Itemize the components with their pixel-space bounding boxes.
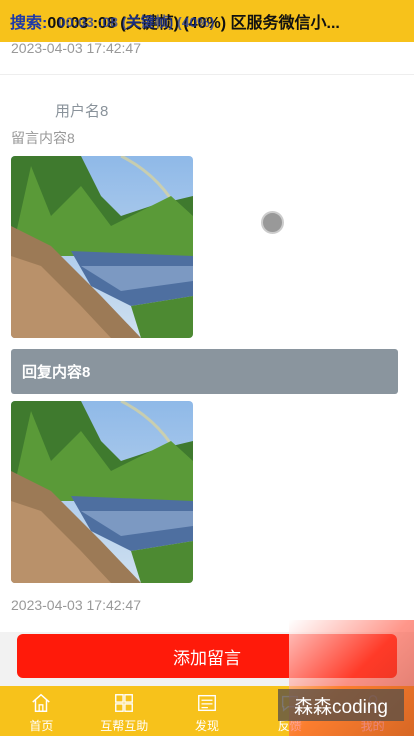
discover-icon xyxy=(198,694,216,712)
tab-help[interactable]: 互帮互助 xyxy=(83,686,166,736)
username: 用户名8 xyxy=(55,103,109,120)
landscape-image xyxy=(11,401,193,583)
tab-help-label: 互帮互助 xyxy=(100,719,149,733)
tab-home-label: 首页 xyxy=(29,719,54,733)
loading-indicator xyxy=(261,211,284,234)
divider xyxy=(0,74,414,75)
reply-image[interactable] xyxy=(11,401,193,583)
message-image[interactable] xyxy=(11,156,193,338)
help-icon xyxy=(115,694,134,712)
watermark: 森森coding xyxy=(278,689,404,721)
tab-home[interactable]: 首页 xyxy=(0,686,83,736)
message-detail: 2023-04-03 17:42:47 用户名8 留言内容8 回复内容8 202… xyxy=(0,0,414,632)
landscape-image xyxy=(11,156,193,338)
reply-content: 回复内容8 xyxy=(11,349,398,394)
message-timestamp: 2023-04-03 17:42:47 xyxy=(11,597,141,613)
home-icon xyxy=(32,693,51,712)
tab-discover[interactable]: 发现 xyxy=(166,686,249,736)
search-bar[interactable]: 搜索: 00:03 :08 (关键帧) (40%) 区服务微信小... 00:0… xyxy=(0,0,414,42)
tab-discover-label: 发现 xyxy=(194,719,219,733)
previous-timestamp: 2023-04-03 17:42:47 xyxy=(11,40,141,56)
search-label: 搜索: xyxy=(10,15,48,32)
message-content: 留言内容8 xyxy=(11,130,75,146)
video-overlay-text: 00:03 :08 (关键帧) (40%) xyxy=(58,14,215,30)
